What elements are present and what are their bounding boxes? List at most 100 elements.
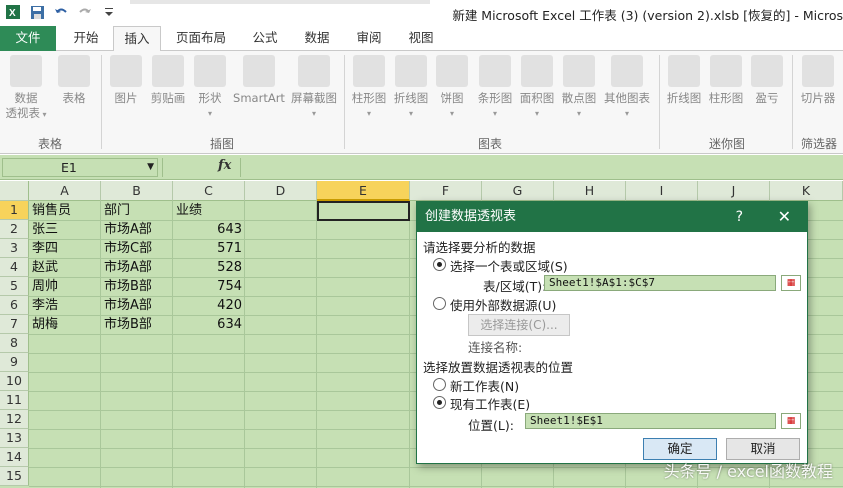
- table-cell[interactable]: 胡梅: [29, 315, 101, 334]
- radio-existing-sheet[interactable]: [433, 396, 446, 409]
- radio-new-sheet[interactable]: [433, 378, 446, 391]
- tab-insert[interactable]: 插入: [113, 26, 161, 52]
- table-cell[interactable]: 634: [173, 315, 245, 334]
- table-cell[interactable]: 市场B部: [101, 277, 173, 296]
- bar-chart-button[interactable]: 条形图 ▾: [474, 55, 516, 121]
- table-cell[interactable]: 754: [173, 277, 245, 296]
- column-header-e[interactable]: E: [317, 181, 410, 201]
- header-cell-salesperson[interactable]: 销售员: [29, 201, 101, 220]
- sparkline-column-button[interactable]: 柱形图: [705, 55, 747, 106]
- column-header-d[interactable]: D: [245, 181, 317, 201]
- table-cell[interactable]: 市场A部: [101, 258, 173, 277]
- scatter-chart-button[interactable]: 散点图 ▾: [558, 55, 600, 121]
- row-header-12[interactable]: 12: [0, 410, 29, 429]
- formula-input[interactable]: [240, 158, 840, 177]
- location-collapse-icon[interactable]: ▦: [781, 413, 801, 429]
- sparkline-line-button[interactable]: 折线图: [663, 55, 705, 106]
- table-cell[interactable]: 市场C部: [101, 239, 173, 258]
- table-cell[interactable]: 571: [173, 239, 245, 258]
- row-header-3[interactable]: 3: [0, 239, 29, 258]
- tab-view[interactable]: 视图: [397, 26, 445, 51]
- screenshot-button[interactable]: 屏幕截图 ▾: [288, 55, 340, 121]
- radio-external-source-label[interactable]: 使用外部数据源(U): [450, 295, 556, 314]
- radio-existing-sheet-label[interactable]: 现有工作表(E): [450, 394, 530, 413]
- header-cell-department[interactable]: 部门: [101, 201, 173, 220]
- redo-icon[interactable]: [76, 3, 94, 21]
- picture-button[interactable]: 图片: [106, 55, 146, 106]
- name-box[interactable]: E1 ▼: [2, 158, 158, 177]
- radio-external-source[interactable]: [433, 297, 446, 310]
- row-header-8[interactable]: 8: [0, 334, 29, 353]
- row-header-11[interactable]: 11: [0, 391, 29, 410]
- column-header-j[interactable]: J: [698, 181, 770, 201]
- radio-select-table-label[interactable]: 选择一个表或区域(S): [450, 256, 568, 275]
- row-header-13[interactable]: 13: [0, 429, 29, 448]
- customize-icon[interactable]: [100, 3, 118, 21]
- table-cell[interactable]: 张三: [29, 220, 101, 239]
- table-cell[interactable]: 周帅: [29, 277, 101, 296]
- row-header-10[interactable]: 10: [0, 372, 29, 391]
- column-header-h[interactable]: H: [554, 181, 626, 201]
- header-cell-performance[interactable]: 业绩: [173, 201, 245, 220]
- line-chart-button[interactable]: 折线图 ▾: [390, 55, 432, 121]
- select-all-corner[interactable]: [0, 181, 29, 201]
- tab-review[interactable]: 审阅: [345, 26, 393, 51]
- sparkline-winloss-button[interactable]: 盈亏: [749, 55, 785, 106]
- table-cell[interactable]: 420: [173, 296, 245, 315]
- undo-icon[interactable]: [52, 3, 70, 21]
- tab-file[interactable]: 文件: [0, 26, 56, 51]
- range-collapse-icon[interactable]: ▦: [781, 275, 801, 291]
- tab-page-layout[interactable]: 页面布局: [165, 26, 237, 51]
- table-cell[interactable]: 市场A部: [101, 296, 173, 315]
- range-input[interactable]: Sheet1!$A$1:$C$7: [544, 275, 776, 291]
- selected-cell[interactable]: [317, 201, 410, 221]
- table-cell[interactable]: 市场B部: [101, 315, 173, 334]
- pie-chart-button[interactable]: 饼图 ▾: [434, 55, 470, 121]
- row-header-7[interactable]: 7: [0, 315, 29, 334]
- slicer-button[interactable]: 切片器: [796, 55, 840, 106]
- row-header-5[interactable]: 5: [0, 277, 29, 296]
- row-header-9[interactable]: 9: [0, 353, 29, 372]
- tab-formulas[interactable]: 公式: [241, 26, 289, 51]
- cancel-button[interactable]: 取消: [726, 438, 800, 460]
- column-header-f[interactable]: F: [410, 181, 482, 201]
- row-header-6[interactable]: 6: [0, 296, 29, 315]
- help-icon[interactable]: ?: [736, 202, 743, 232]
- radio-select-table[interactable]: [433, 258, 446, 271]
- table-cell[interactable]: 市场A部: [101, 220, 173, 239]
- row-header-1[interactable]: 1: [0, 201, 29, 220]
- row-header-4[interactable]: 4: [0, 258, 29, 277]
- radio-new-sheet-label[interactable]: 新工作表(N): [450, 376, 519, 395]
- column-header-a[interactable]: A: [29, 181, 101, 201]
- table-cell[interactable]: 643: [173, 220, 245, 239]
- pivot-table-button[interactable]: 数据 透视表 ▾: [4, 55, 48, 122]
- ok-button[interactable]: 确定: [643, 438, 717, 460]
- save-icon[interactable]: [28, 3, 46, 21]
- table-cell[interactable]: 李四: [29, 239, 101, 258]
- column-header-c[interactable]: C: [173, 181, 245, 201]
- clipart-button[interactable]: 剪贴画: [146, 55, 190, 106]
- table-cell[interactable]: 赵武: [29, 258, 101, 277]
- tab-home[interactable]: 开始: [60, 26, 112, 51]
- row-header-14[interactable]: 14: [0, 448, 29, 467]
- smartart-button[interactable]: SmartArt: [230, 55, 288, 106]
- column-header-i[interactable]: I: [626, 181, 698, 201]
- fx-icon[interactable]: fx: [218, 158, 231, 173]
- column-header-b[interactable]: B: [101, 181, 173, 201]
- shapes-button[interactable]: 形状 ▾: [190, 55, 230, 121]
- choose-connection-button[interactable]: 选择连接(C)...: [468, 314, 570, 336]
- location-input[interactable]: Sheet1!$E$1: [525, 413, 776, 429]
- close-icon[interactable]: ✕: [778, 202, 791, 232]
- chevron-down-icon[interactable]: ▼: [147, 159, 154, 176]
- table-cell[interactable]: 李浩: [29, 296, 101, 315]
- table-cell[interactable]: 528: [173, 258, 245, 277]
- area-chart-button[interactable]: 面积图 ▾: [516, 55, 558, 121]
- other-charts-button[interactable]: 其他图表 ▾: [600, 55, 654, 121]
- column-header-g[interactable]: G: [482, 181, 554, 201]
- tab-data[interactable]: 数据: [293, 26, 341, 51]
- column-chart-button[interactable]: 柱形图 ▾: [348, 55, 390, 121]
- row-header-2[interactable]: 2: [0, 220, 29, 239]
- column-header-k[interactable]: K: [770, 181, 843, 201]
- row-header-15[interactable]: 15: [0, 467, 29, 486]
- table-button[interactable]: 表格: [54, 55, 94, 106]
